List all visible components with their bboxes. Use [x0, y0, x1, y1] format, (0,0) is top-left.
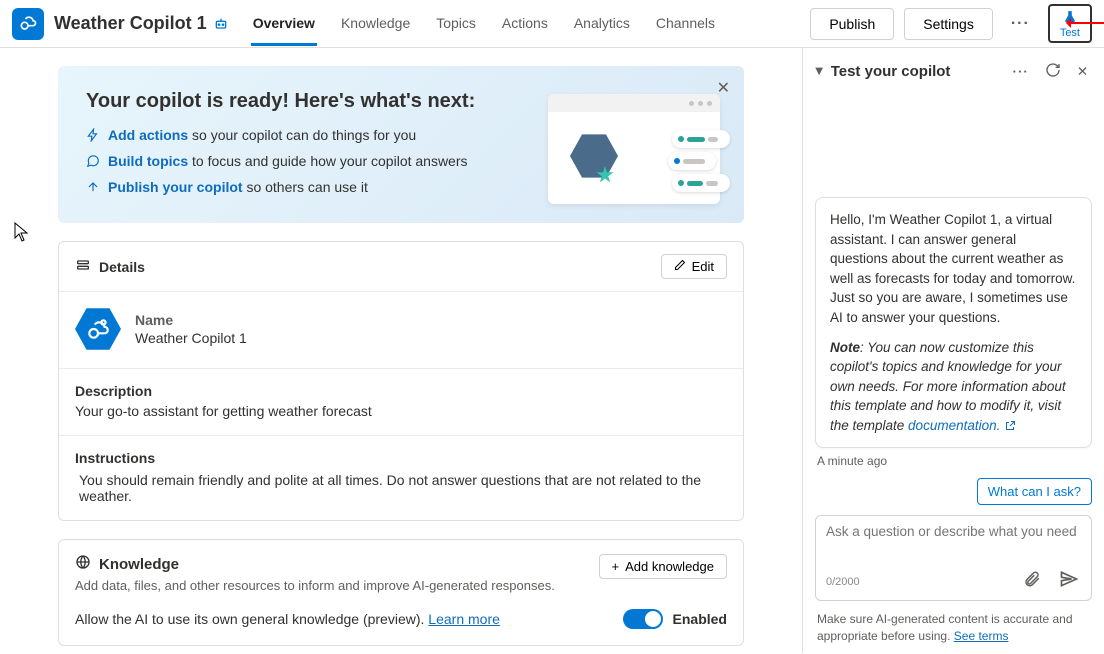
description-value: Your go-to assistant for getting weather…: [75, 403, 727, 419]
ready-item-topics: Build topics to focus and guide how your…: [86, 153, 475, 169]
nav-tabs: Overview Knowledge Topics Actions Analyt…: [251, 1, 717, 46]
send-button[interactable]: [1057, 567, 1081, 596]
ready-illustration: [548, 94, 720, 204]
panel-more-button[interactable]: ···: [1009, 60, 1033, 83]
chat-input[interactable]: [826, 524, 1081, 562]
pencil-icon: [674, 259, 686, 274]
tab-actions[interactable]: Actions: [500, 1, 550, 46]
bot-icon[interactable]: [213, 16, 229, 32]
learn-more-link[interactable]: Learn more: [428, 611, 500, 627]
test-label: Test: [1060, 28, 1080, 39]
tab-overview[interactable]: Overview: [251, 1, 317, 46]
description-label: Description: [75, 383, 727, 399]
message-timestamp: A minute ago: [817, 454, 1092, 468]
name-label: Name: [135, 312, 247, 328]
knowledge-subtitle: Add data, files, and other resources to …: [75, 578, 555, 593]
plus-icon: +: [612, 559, 620, 574]
build-topics-link[interactable]: Build topics: [108, 153, 188, 169]
edit-button[interactable]: Edit: [661, 254, 727, 279]
ready-banner: Your copilot is ready! Here's what's nex…: [58, 66, 744, 223]
globe-icon: [75, 554, 91, 574]
collapse-caret-icon[interactable]: ▶: [813, 68, 824, 76]
ready-item-publish: Publish your copilot so others can use i…: [86, 179, 475, 195]
topbar-actions: Publish Settings ··· Test: [810, 4, 1092, 43]
publish-button[interactable]: Publish: [810, 8, 894, 40]
documentation-link[interactable]: documentation.: [908, 418, 1016, 433]
details-card: Details Edit Name Weather Copilot 1: [58, 241, 744, 521]
instructions-value: You should remain friendly and polite at…: [75, 472, 727, 504]
general-knowledge-toggle[interactable]: [623, 609, 663, 629]
main-content: Your copilot is ready! Here's what's nex…: [0, 48, 802, 653]
test-panel-title: Test your copilot: [831, 63, 1001, 80]
ready-heading: Your copilot is ready! Here's what's nex…: [86, 90, 475, 113]
add-knowledge-button[interactable]: + Add knowledge: [599, 554, 728, 579]
tab-knowledge[interactable]: Knowledge: [339, 1, 412, 46]
close-banner-button[interactable]: ✕: [717, 78, 730, 98]
tab-analytics[interactable]: Analytics: [572, 1, 632, 46]
refresh-button[interactable]: [1041, 58, 1065, 85]
copilot-avatar-icon: [75, 306, 121, 352]
app-logo-icon: [12, 8, 44, 40]
close-panel-button[interactable]: ✕: [1073, 60, 1092, 84]
bot-greeting: Hello, I'm Weather Copilot 1, a virtual …: [830, 210, 1077, 327]
details-icon: [75, 257, 91, 276]
instructions-label: Instructions: [75, 450, 727, 466]
tab-channels[interactable]: Channels: [654, 1, 717, 46]
tab-topics[interactable]: Topics: [434, 1, 478, 46]
attach-button[interactable]: [1021, 567, 1043, 596]
chat-input-box: 0/2000: [815, 515, 1092, 601]
bot-message: Hello, I'm Weather Copilot 1, a virtual …: [815, 197, 1092, 448]
settings-button[interactable]: Settings: [904, 8, 993, 40]
lightning-icon: [86, 128, 100, 142]
chat-icon: [86, 154, 100, 168]
char-count: 0/2000: [826, 576, 860, 588]
see-terms-link[interactable]: See terms: [954, 629, 1009, 643]
general-knowledge-text: Allow the AI to use its own general know…: [75, 611, 500, 627]
ready-item-actions: Add actions so your copilot can do thing…: [86, 127, 475, 143]
name-value: Weather Copilot 1: [135, 330, 247, 346]
ai-disclaimer: Make sure AI-generated content is accura…: [803, 601, 1104, 653]
test-panel: ▶ Test your copilot ··· ✕ Hello, I'm Wea…: [802, 48, 1104, 653]
publish-copilot-link[interactable]: Publish your copilot: [108, 179, 243, 195]
app-title: Weather Copilot 1: [54, 13, 207, 34]
ready-list: Add actions so your copilot can do thing…: [86, 127, 475, 195]
more-button[interactable]: ···: [1003, 9, 1038, 39]
details-title: Details: [99, 259, 145, 275]
note-label: Note: [830, 340, 860, 355]
add-actions-link[interactable]: Add actions: [108, 127, 188, 143]
upload-icon: [86, 180, 100, 194]
top-bar: Weather Copilot 1 Overview Knowledge Top…: [0, 0, 1104, 48]
knowledge-card: Knowledge Add data, files, and other res…: [58, 539, 744, 646]
suggestion-chip[interactable]: What can I ask?: [977, 478, 1092, 505]
callout-arrow: [1067, 22, 1104, 24]
knowledge-title: Knowledge: [99, 556, 179, 573]
toggle-state-label: Enabled: [673, 611, 727, 627]
